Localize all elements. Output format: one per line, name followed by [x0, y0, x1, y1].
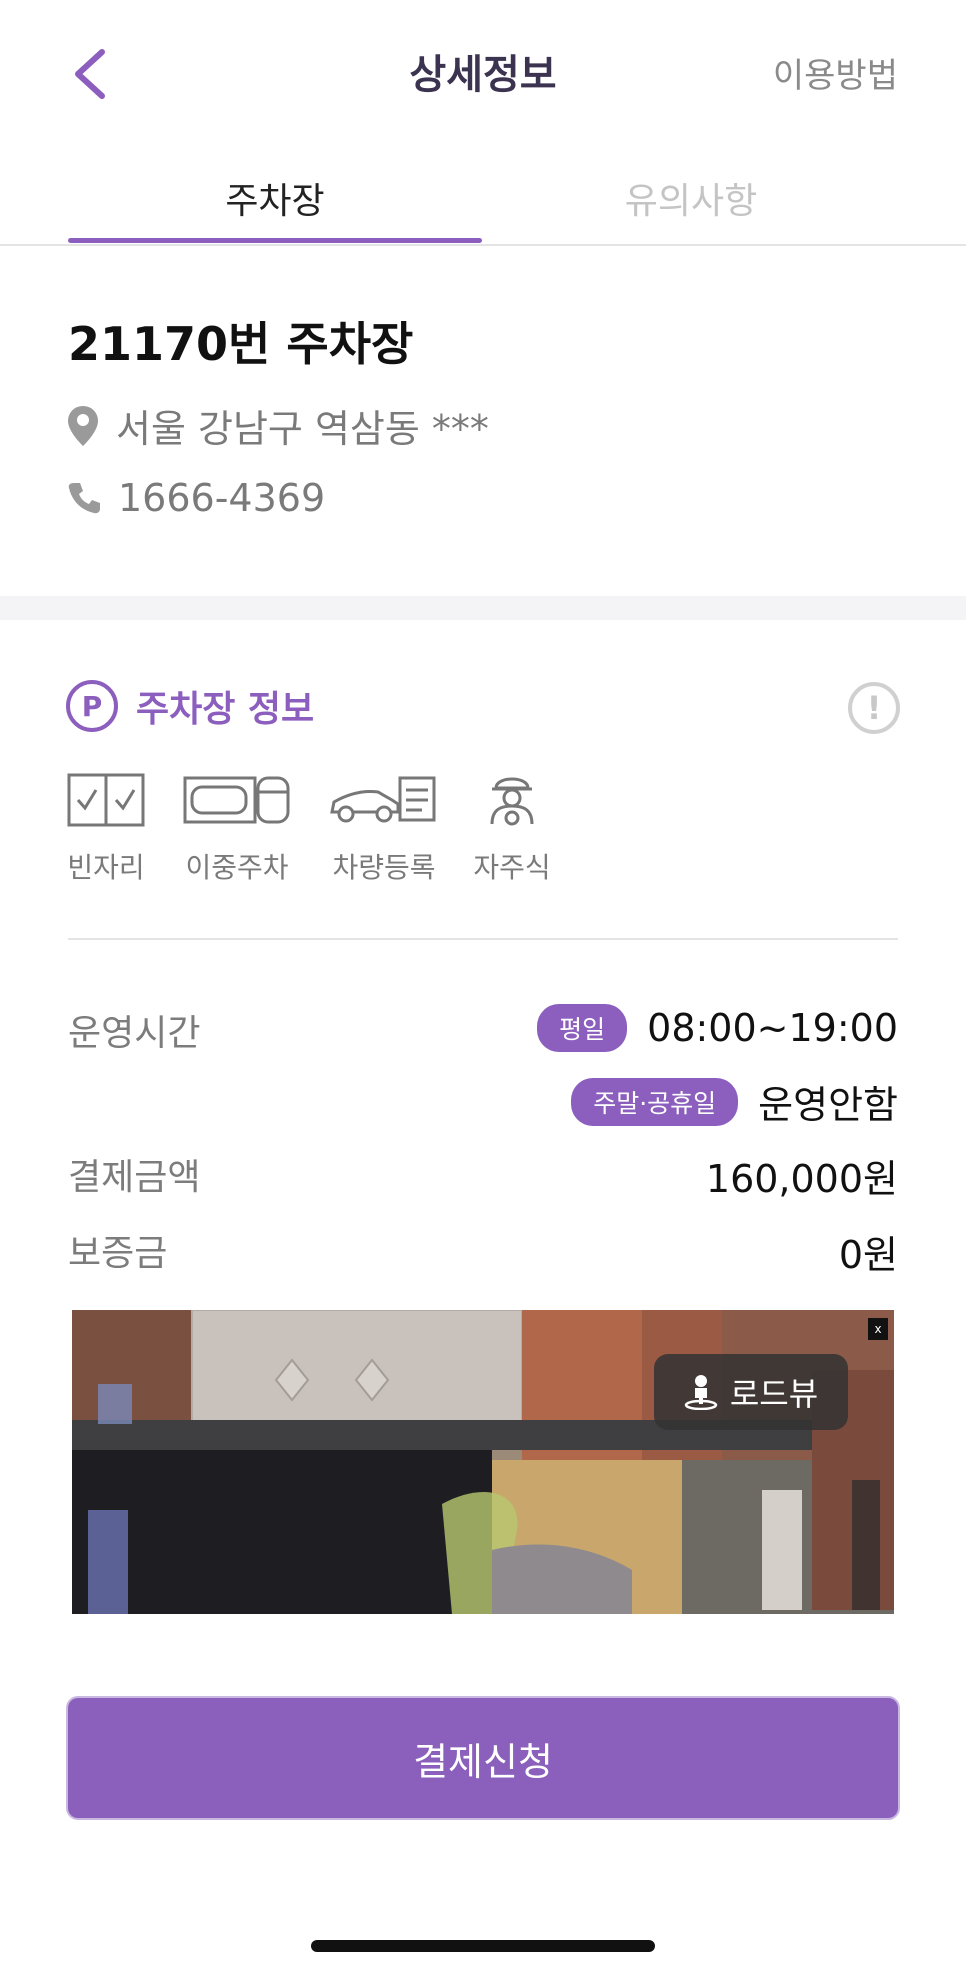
how-to-use-link[interactable]: 이용방법 — [773, 48, 898, 97]
weekday-hours-row: 평일 08:00~19:00 — [537, 1004, 898, 1052]
deposit-label: 보증금 — [68, 1233, 168, 1274]
weekday-badge: 평일 — [537, 1004, 628, 1052]
phone-icon — [68, 483, 100, 514]
double-parking-icon — [183, 776, 290, 824]
location-pin-icon — [68, 405, 98, 446]
tab-notes[interactable]: 유의사항 — [484, 172, 898, 224]
roadview-image[interactable]: x 로드뷰 — [72, 1310, 894, 1614]
roadview-button[interactable]: 로드뷰 — [654, 1354, 848, 1430]
tab-bar: 주차장 유의사항 — [0, 160, 966, 246]
divider — [68, 938, 898, 940]
feature-double-parking: 이중주차 — [182, 772, 292, 886]
phone-row[interactable]: 1666-4369 — [66, 476, 325, 520]
parking-lot-name: 21170번 주차장 — [68, 317, 414, 371]
payment-amount-label: 결제금액 — [68, 1157, 201, 1198]
operating-hours-label: 운영시간 — [68, 1013, 201, 1054]
feature-vacancy: 빈자리 — [66, 772, 146, 886]
payment-amount-value: 160,000원 — [705, 1157, 898, 1201]
weekday-hours: 08:00~19:00 — [647, 1006, 898, 1050]
address-text: 서울 강남구 역삼동 *** — [116, 407, 489, 451]
section-separator — [0, 596, 966, 620]
weekend-hours: 운영안함 — [758, 1083, 898, 1127]
feature-label: 이중주차 — [185, 851, 289, 884]
feature-self-parking: 자주식 — [472, 772, 552, 886]
feature-label: 빈자리 — [67, 851, 145, 884]
section-header: P 주차장 정보 — [66, 680, 314, 732]
deposit-value: 0원 — [838, 1233, 898, 1277]
home-indicator[interactable] — [311, 1940, 655, 1952]
roadview-close-button[interactable]: x — [868, 1318, 888, 1340]
phone-number: 1666-4369 — [118, 476, 326, 520]
person-pin-icon — [684, 1375, 718, 1410]
header: 상세정보 이용방법 — [0, 0, 966, 140]
active-tab-indicator — [68, 238, 482, 243]
exclamation-info-icon[interactable]: ! — [848, 682, 900, 734]
parking-p-icon: P — [66, 680, 118, 732]
feature-car-registration: 차량등록 — [328, 772, 440, 886]
section-title: 주차장 정보 — [136, 689, 315, 730]
roadview-button-label: 로드뷰 — [729, 1375, 819, 1413]
feature-label: 자주식 — [473, 851, 551, 884]
vacancy-icon — [67, 773, 145, 827]
self-parking-icon — [490, 777, 534, 826]
tab-parking-lot[interactable]: 주차장 — [68, 172, 482, 224]
feature-label: 차량등록 — [332, 851, 436, 884]
weekend-hours-row: 주말·공휴일 운영안함 — [571, 1074, 898, 1129]
car-registration-icon — [330, 776, 436, 823]
weekend-badge: 주말·공휴일 — [571, 1077, 739, 1126]
payment-request-button[interactable]: 결제신청 — [68, 1698, 898, 1818]
address-row: 서울 강남구 역삼동 *** — [66, 398, 489, 453]
